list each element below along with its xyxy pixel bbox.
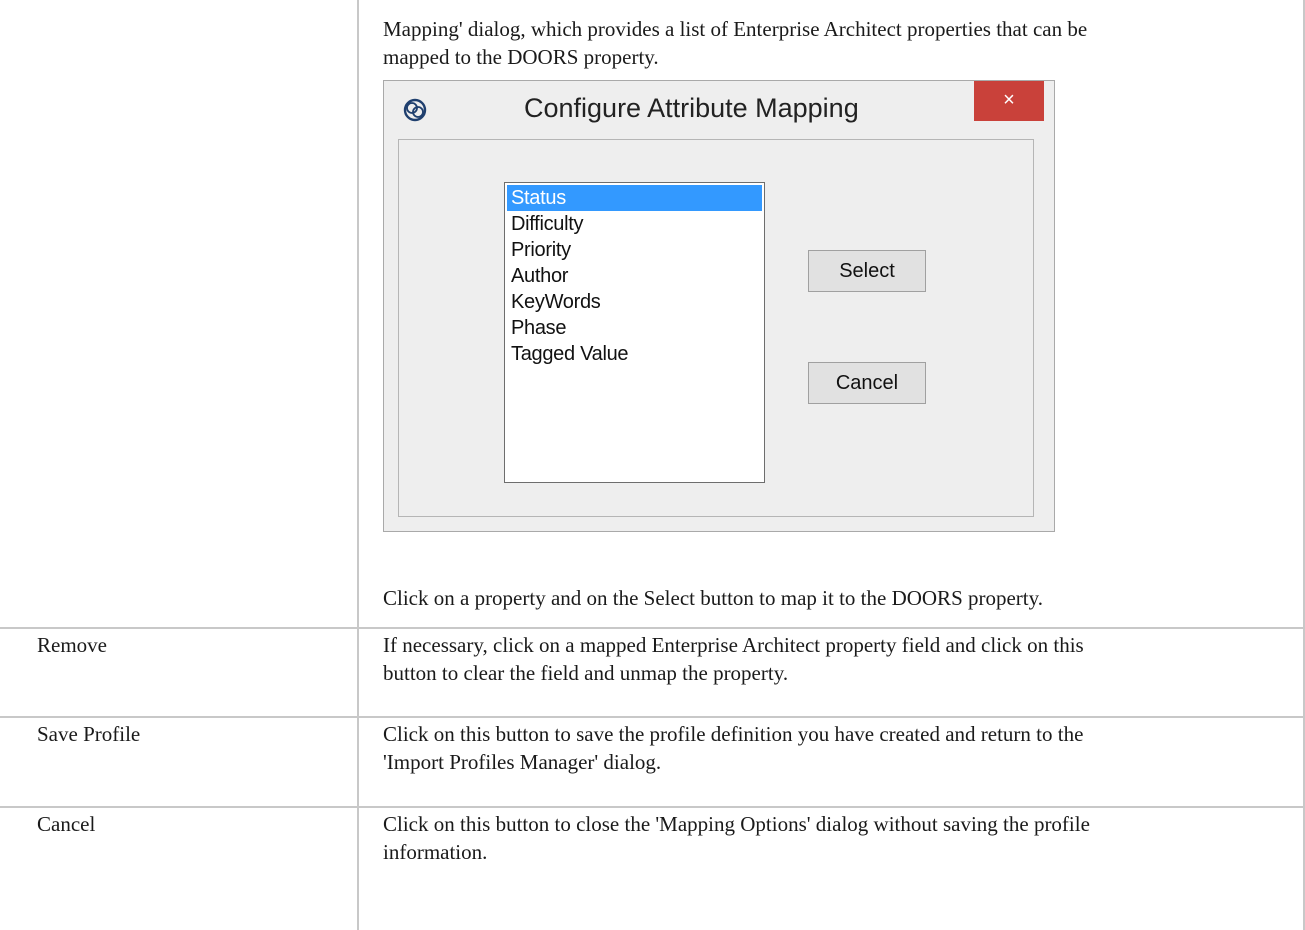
intro-text-line-1: Mapping' dialog, which provides a list o… xyxy=(383,17,1088,41)
property-listbox[interactable]: Status Difficulty Priority Author KeyWor… xyxy=(504,182,765,483)
row-description: If necessary, click on a mapped Enterpri… xyxy=(383,633,1084,657)
list-item[interactable]: Author xyxy=(505,263,764,289)
after-dialog-text: Click on a property and on the Select bu… xyxy=(383,586,1044,610)
row-label-remove: Remove xyxy=(37,633,107,657)
row-divider xyxy=(0,716,1305,718)
row-description: button to clear the field and unmap the … xyxy=(383,661,789,685)
list-item[interactable]: Tagged Value xyxy=(505,341,764,367)
intro-text-line-2: mapped to the DOORS property. xyxy=(383,45,659,69)
row-divider xyxy=(0,806,1305,808)
column-divider xyxy=(357,0,359,930)
list-item[interactable]: Difficulty xyxy=(505,211,764,237)
row-divider xyxy=(0,627,1305,629)
select-button[interactable]: Select xyxy=(808,250,926,292)
list-item[interactable]: Priority xyxy=(505,237,764,263)
row-description: Click on this button to save the profile… xyxy=(383,722,1084,746)
list-item[interactable]: Status xyxy=(507,185,762,211)
options-table: Mapping' dialog, which provides a list o… xyxy=(0,0,1305,930)
list-item[interactable]: KeyWords xyxy=(505,289,764,315)
configure-attribute-mapping-dialog-image: Configure Attribute Mapping × Status Dif… xyxy=(383,80,1055,532)
row-description: information. xyxy=(383,840,488,864)
close-icon[interactable]: × xyxy=(974,81,1044,121)
row-description: Click on this button to close the 'Mappi… xyxy=(383,812,1090,836)
row-label-save-profile: Save Profile xyxy=(37,722,141,746)
app-logo-icon xyxy=(403,98,427,122)
row-description: 'Import Profiles Manager' dialog. xyxy=(383,750,662,774)
cancel-button[interactable]: Cancel xyxy=(808,362,926,404)
row-label-cancel: Cancel xyxy=(37,812,96,836)
list-item[interactable]: Phase xyxy=(505,315,764,341)
dialog-title: Configure Attribute Mapping xyxy=(524,93,859,123)
